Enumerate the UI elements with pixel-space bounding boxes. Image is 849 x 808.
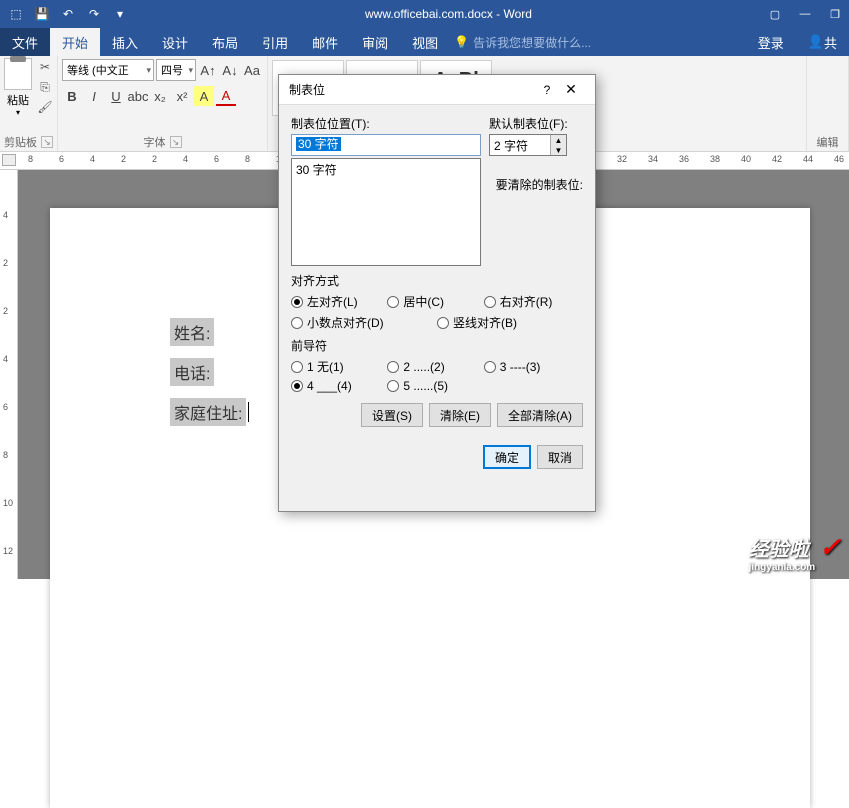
tab-position-input[interactable]: 30 字符 — [291, 134, 481, 156]
alignment-options: 左对齐(L) 居中(C) 右对齐(R) 小数点对齐(D) 竖线对齐(B) — [291, 293, 583, 331]
qat-dropdown-icon[interactable]: ▾ — [108, 2, 132, 26]
shrink-font-icon[interactable]: A↓ — [220, 60, 240, 80]
font-color-button[interactable]: A — [216, 86, 236, 106]
tab-insert[interactable]: 插入 — [100, 28, 150, 56]
list-item[interactable]: 30 字符 — [296, 161, 476, 178]
sign-in-button[interactable]: 登录 — [746, 28, 796, 56]
ok-button[interactable]: 确定 — [483, 445, 531, 469]
copy-icon[interactable]: ⎘ — [36, 78, 54, 96]
radio-leader-2[interactable]: 2 .....(2) — [387, 358, 483, 375]
radio-leader-1[interactable]: 1 无(1) — [291, 358, 387, 375]
tab-file[interactable]: 文件 — [0, 28, 50, 56]
radio-align-decimal[interactable]: 小数点对齐(D) — [291, 314, 437, 331]
bulb-icon: 💡 — [454, 35, 469, 49]
alignment-label: 对齐方式 — [291, 272, 583, 289]
vertical-ruler[interactable]: 4224681012 — [0, 170, 18, 579]
tab-design[interactable]: 设计 — [150, 28, 200, 56]
font-size-combo[interactable]: 四号 — [156, 59, 196, 81]
change-case-icon[interactable]: Aa — [242, 60, 262, 80]
radio-leader-5[interactable]: 5 ......(5) — [387, 379, 483, 393]
default-tab-label: 默认制表位(F): — [489, 115, 583, 132]
tab-home[interactable]: 开始 — [50, 28, 100, 56]
watermark: 经验啦 jingyanla.com ✓ — [749, 532, 841, 573]
clipboard-launcher[interactable]: ↘ — [41, 136, 53, 148]
grow-font-icon[interactable]: A↑ — [198, 60, 218, 80]
clear-tabs-label: 要清除的制表位: — [489, 176, 583, 193]
redo-icon[interactable]: ↷ — [82, 2, 106, 26]
paste-label: 粘贴 — [7, 92, 29, 108]
clear-all-button[interactable]: 全部清除(A) — [497, 403, 583, 427]
clear-button[interactable]: 清除(E) — [429, 403, 491, 427]
cut-icon[interactable]: ✂ — [36, 58, 54, 76]
title-bar: ⬚ 💾 ↶ ↷ ▾ www.officebai.com.docx - Word … — [0, 0, 849, 28]
field-name-label: 姓名: — [170, 318, 214, 346]
tab-mailings[interactable]: 邮件 — [300, 28, 350, 56]
paste-button[interactable]: 粘贴 ▾ — [4, 58, 32, 117]
quick-access-toolbar: ⬚ 💾 ↶ ↷ ▾ — [0, 2, 136, 26]
close-button[interactable]: ✕ — [557, 81, 585, 98]
underline-button[interactable]: U — [106, 86, 126, 106]
italic-button[interactable]: I — [84, 86, 104, 106]
font-group-label: 字体 — [144, 134, 166, 150]
window-controls: ▢ — ❐ — [761, 2, 849, 26]
field-address-label: 家庭住址: — [170, 398, 246, 426]
tabs-dialog: 制表位 ? ✕ 制表位位置(T): 30 字符 30 字符 默认制表位(F): … — [278, 74, 596, 512]
undo-icon[interactable]: ↶ — [56, 2, 80, 26]
tab-layout[interactable]: 布局 — [200, 28, 250, 56]
format-painter-icon[interactable]: 🖌 — [36, 98, 54, 116]
save-icon[interactable]: 💾 — [30, 2, 54, 26]
tell-me-search[interactable]: 💡告诉我您想要做什么... — [454, 34, 591, 51]
bold-button[interactable]: B — [62, 86, 82, 106]
word-icon: ⬚ — [4, 2, 28, 26]
ribbon-tabs: 文件 开始 插入 设计 布局 引用 邮件 审阅 视图 💡告诉我您想要做什么...… — [0, 28, 849, 56]
radio-leader-3[interactable]: 3 ----(3) — [484, 358, 580, 375]
radio-align-bar[interactable]: 竖线对齐(B) — [437, 314, 583, 331]
radio-align-right[interactable]: 右对齐(R) — [484, 293, 580, 310]
radio-align-left[interactable]: 左对齐(L) — [291, 293, 387, 310]
group-editing: 编辑 — [807, 56, 849, 151]
set-button[interactable]: 设置(S) — [361, 403, 423, 427]
highlight-button[interactable]: A — [194, 86, 214, 106]
share-icon: 👤 — [808, 34, 824, 50]
help-button[interactable]: ? — [537, 83, 557, 97]
document-title: www.officebai.com.docx - Word — [136, 7, 761, 21]
spin-down-icon[interactable]: ▼ — [550, 145, 566, 155]
tab-view[interactable]: 视图 — [400, 28, 450, 56]
radio-leader-4[interactable]: 4 ___(4) — [291, 379, 387, 393]
tab-references[interactable]: 引用 — [250, 28, 300, 56]
cancel-button[interactable]: 取消 — [537, 445, 583, 469]
share-button[interactable]: 👤共 — [796, 28, 849, 56]
leader-options: 1 无(1) 2 .....(2) 3 ----(3) 4 ___(4) 5 .… — [291, 358, 583, 393]
superscript-button[interactable]: x² — [172, 86, 192, 106]
clipboard-label: 剪贴板 — [4, 134, 37, 150]
tab-selector[interactable] — [2, 154, 16, 166]
spin-up-icon[interactable]: ▲ — [550, 135, 566, 145]
ribbon-options-icon[interactable]: ▢ — [761, 2, 789, 26]
radio-align-center[interactable]: 居中(C) — [387, 293, 483, 310]
default-tab-spinner[interactable]: 2 字符 ▲▼ — [489, 134, 567, 156]
font-launcher[interactable]: ↘ — [170, 136, 182, 148]
editing-group-label: 编辑 — [811, 133, 844, 151]
dialog-title: 制表位 — [289, 81, 537, 98]
field-phone-label: 电话: — [170, 358, 214, 386]
tab-review[interactable]: 审阅 — [350, 28, 400, 56]
group-font: 等线 (中文正 四号 A↑ A↓ Aa B I U abc x₂ x² A A … — [58, 56, 268, 151]
strikethrough-button[interactable]: abc — [128, 86, 148, 106]
check-icon: ✓ — [819, 532, 841, 563]
restore-button[interactable]: ❐ — [821, 2, 849, 26]
group-clipboard: 粘贴 ▾ ✂ ⎘ 🖌 剪贴板 ↘ — [0, 56, 58, 151]
minimize-button[interactable]: — — [791, 2, 819, 26]
tab-position-label: 制表位位置(T): — [291, 115, 481, 132]
paste-icon — [4, 58, 32, 90]
font-name-combo[interactable]: 等线 (中文正 — [62, 59, 154, 81]
dialog-titlebar: 制表位 ? ✕ — [279, 75, 595, 105]
tab-position-list[interactable]: 30 字符 — [291, 158, 481, 266]
leader-label: 前导符 — [291, 337, 583, 354]
subscript-button[interactable]: x₂ — [150, 86, 170, 106]
